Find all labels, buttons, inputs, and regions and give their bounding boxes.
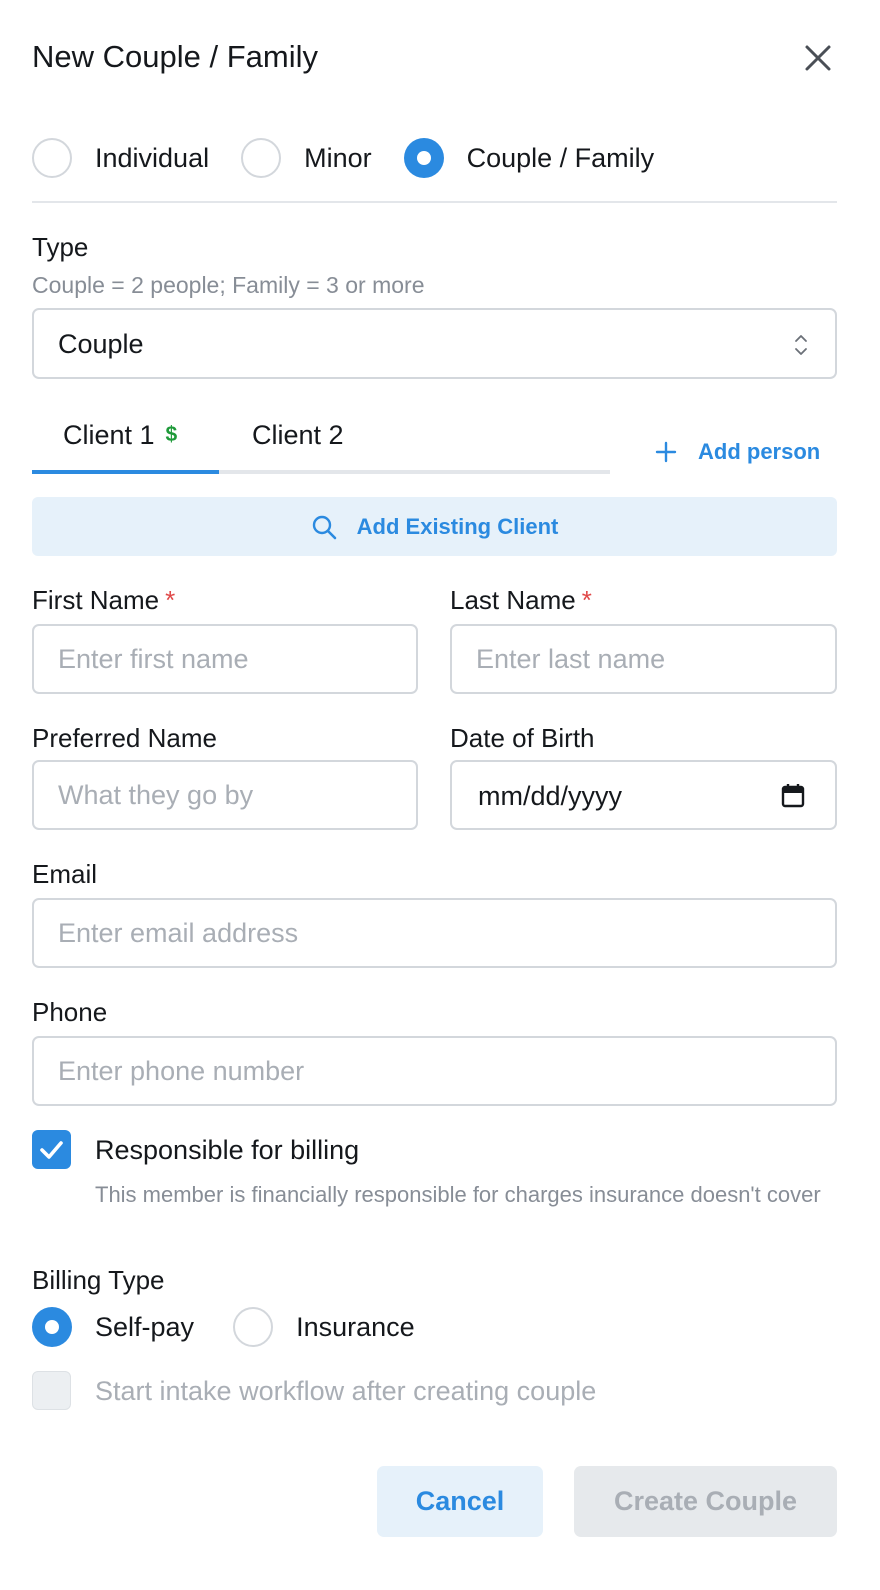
type-select-value: Couple — [58, 329, 144, 359]
billing-option-insurance[interactable]: Insurance — [233, 1307, 415, 1347]
calendar-icon[interactable] — [781, 783, 805, 808]
radio-label-couple-family: Couple / Family — [466, 142, 655, 173]
first-name-label-text: First Name — [32, 585, 160, 615]
email-label: Email — [32, 859, 98, 889]
add-person-label: Add person — [698, 439, 821, 464]
add-existing-client-button[interactable]: Add Existing Client — [32, 497, 837, 556]
last-name-label: Last Name * — [450, 585, 592, 615]
chevron-up-down-icon — [795, 335, 807, 355]
mode-option-individual[interactable]: Individual — [32, 138, 209, 178]
tab-client-1-label: Client 1 — [63, 420, 155, 450]
phone-label: Phone — [32, 997, 108, 1027]
radio-individual[interactable] — [32, 138, 72, 178]
radio-label-insurance: Insurance — [296, 1311, 415, 1342]
type-hint: Couple = 2 people; Family = 3 or more — [32, 272, 425, 298]
preferred-name-input[interactable] — [32, 760, 418, 830]
phone-input[interactable] — [32, 1036, 837, 1106]
date-of-birth-input[interactable]: mm/dd/yyyy — [450, 760, 837, 830]
billing-type-label: Billing Type — [32, 1265, 165, 1295]
radio-minor[interactable] — [241, 138, 282, 178]
mode-option-minor[interactable]: Minor — [241, 138, 372, 178]
mode-option-couple-family[interactable]: Couple / Family — [403, 138, 655, 178]
required-asterisk: * — [581, 585, 592, 615]
type-select[interactable]: Couple — [32, 308, 837, 379]
radio-label-minor: Minor — [304, 142, 372, 173]
dollar-icon: $ — [165, 423, 178, 446]
email-input[interactable] — [32, 898, 837, 968]
required-asterisk: * — [165, 585, 176, 615]
responsible-billing-description: This member is financially responsible f… — [95, 1182, 821, 1207]
radio-label-self-pay: Self-pay — [95, 1311, 195, 1342]
radio-self-pay[interactable] — [32, 1307, 72, 1347]
tab-client-2-label: Client 2 — [252, 420, 344, 450]
section-divider — [32, 201, 837, 203]
radio-label-individual: Individual — [95, 142, 210, 173]
add-person-button[interactable]: Add person — [654, 436, 820, 468]
close-icon[interactable] — [800, 40, 836, 76]
type-label: Type — [32, 232, 89, 262]
dialog-title: New Couple / Family — [32, 39, 318, 74]
checkmark-icon — [40, 1141, 63, 1159]
billing-option-self-pay[interactable]: Self-pay — [32, 1307, 194, 1347]
radio-insurance[interactable] — [233, 1307, 274, 1347]
last-name-input[interactable] — [450, 624, 837, 694]
first-name-input[interactable] — [32, 624, 418, 694]
client-mode-radio-group: Individual Minor Couple / Family — [32, 138, 686, 178]
start-intake-checkbox[interactable] — [32, 1371, 71, 1410]
add-existing-client-label: Add Existing Client — [356, 513, 559, 539]
preferred-name-label: Preferred Name — [32, 723, 217, 753]
tab-client-2[interactable]: Client 2 — [219, 410, 379, 474]
radio-couple-family[interactable] — [403, 138, 444, 178]
billing-type-radio-group: Self-pay Insurance — [32, 1307, 447, 1347]
cancel-button[interactable]: Cancel — [377, 1466, 543, 1537]
last-name-label-text: Last Name — [450, 585, 576, 615]
first-name-label: First Name * — [32, 585, 175, 615]
create-couple-button[interactable]: Create Couple — [574, 1466, 837, 1537]
tab-client-1[interactable]: Client 1 $ — [32, 410, 219, 474]
client-tabs: Client 1 $ Client 2 — [32, 410, 610, 474]
responsible-billing-checkbox[interactable] — [32, 1130, 71, 1169]
date-of-birth-value: mm/dd/yyyy — [478, 781, 623, 811]
start-intake-label: Start intake workflow after creating cou… — [95, 1376, 597, 1406]
responsible-billing-label: Responsible for billing — [95, 1135, 360, 1165]
search-icon — [312, 515, 336, 539]
date-of-birth-label: Date of Birth — [450, 723, 595, 753]
plus-icon — [655, 441, 677, 463]
